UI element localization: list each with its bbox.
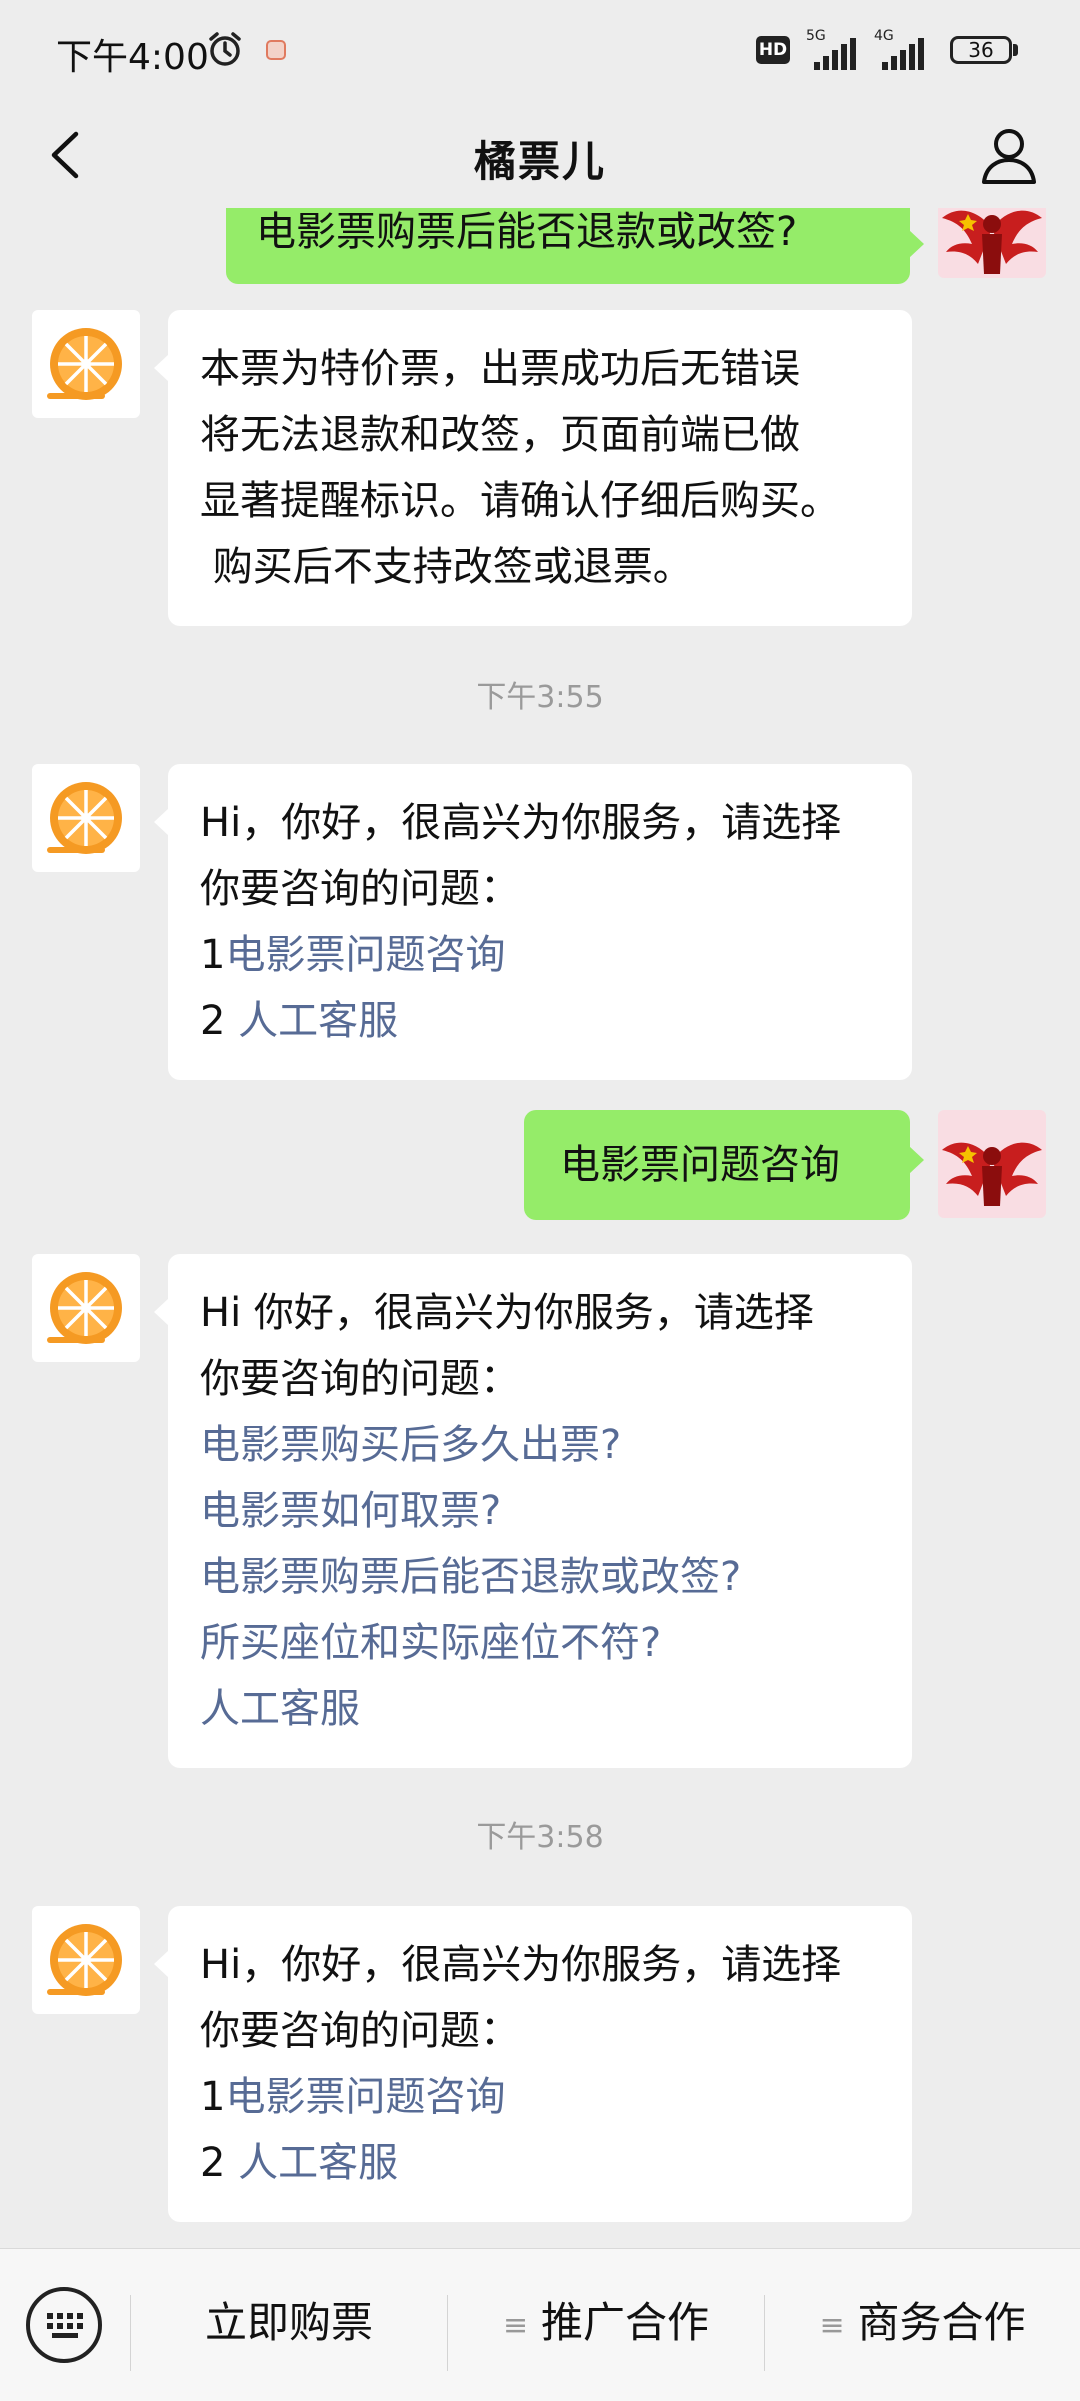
signal-4g-icon: 4G <box>874 28 934 72</box>
bot-message-bubble[interactable]: Hi，你好，很高兴为你服务，请选择 你要咨询的问题： 1电影票问题咨询 2 人工… <box>154 1906 912 2222</box>
app-notification-icon <box>266 40 286 60</box>
message-text: Hi 你好，很高兴为你服务，请选择 <box>200 1290 814 1336</box>
message-text: Hi，你好，很高兴为你服务，请选择 <box>200 1942 842 1988</box>
message-text: 电影票购票后能否退款或改签? <box>256 209 798 255</box>
orange-logo-icon <box>47 1924 122 1996</box>
timestamp: 下午3:55 <box>476 680 604 715</box>
user-avatar-icon <box>942 210 1042 274</box>
chat-area[interactable]: 电影票购票后能否退款或改签? 本票为特价票，出票成功后无错误 将无法退款和改签，… <box>0 208 1080 2248</box>
message-text: Hi，你好，很高兴为你服务，请选择 <box>200 800 842 846</box>
keyboard-grid-icon <box>47 2313 83 2338</box>
menu-item-buy-tickets[interactable]: 立即购票 <box>131 2249 447 2401</box>
user-message-bubble[interactable]: 电影票购票后能否退款或改签? <box>226 208 924 284</box>
user-avatar[interactable] <box>938 208 1046 278</box>
alarm-icon <box>209 32 241 66</box>
message-text: 电影票问题咨询 <box>560 1142 840 1188</box>
faq-link[interactable]: 电影票购买后多久出票? <box>200 1412 880 1478</box>
bot-message-bubble[interactable]: Hi 你好，很高兴为你服务，请选择 你要咨询的问题： 电影票购买后多久出票? 电… <box>154 1254 912 1768</box>
user-avatar[interactable] <box>938 1110 1046 1218</box>
chat-title: 橘票儿 <box>473 137 606 186</box>
status-bar: 下午4:00 HD 5G 4G 36 <box>0 0 1080 104</box>
option-link[interactable]: 人工客服 <box>238 998 398 1044</box>
menu-item-business[interactable]: ≡ 商务合作 <box>765 2249 1080 2401</box>
option-number: 2 <box>200 998 226 1044</box>
menu-option[interactable]: 2 人工客服 <box>200 2130 880 2196</box>
faq-link[interactable]: 电影票如何取票? <box>200 1478 880 1544</box>
message-text: 本票为特价票，出票成功后无错误 <box>200 346 800 392</box>
faq-link[interactable]: 电影票购票后能否退款或改签? <box>200 1544 880 1610</box>
keyboard-icon[interactable] <box>26 2287 102 2363</box>
menu-option[interactable]: 2 人工客服 <box>200 988 880 1054</box>
option-number: 1 <box>200 2074 226 2120</box>
option-link[interactable]: 电影票问题咨询 <box>225 932 505 978</box>
menu-item-label: 推广合作 <box>540 2298 709 2347</box>
message-text: 购买后不支持改签或退票。 <box>200 544 693 590</box>
bot-message-bubble[interactable]: 本票为特价票，出票成功后无错误 将无法退款和改签，页面前端已做 显著提醒标识。请… <box>154 310 912 626</box>
signal-5g-icon: 5G <box>806 28 866 72</box>
bottom-menu-bar: 立即购票 ≡ 推广合作 ≡ 商务合作 <box>0 2248 1080 2401</box>
orange-logo-icon <box>47 782 122 854</box>
message-text: 你要咨询的问题： <box>200 1356 520 1402</box>
bot-message-bubble[interactable]: Hi，你好，很高兴为你服务，请选择 你要咨询的问题： 1电影票问题咨询 2 人工… <box>154 764 912 1080</box>
battery-tip <box>1013 44 1018 56</box>
option-link[interactable]: 人工客服 <box>238 2140 398 2186</box>
battery-icon: 36 <box>950 36 1012 64</box>
orange-logo-icon <box>47 1272 122 1344</box>
orange-logo-icon <box>47 328 122 400</box>
submenu-lines-icon: ≡ <box>819 2307 845 2343</box>
menu-option[interactable]: 1电影票问题咨询 <box>200 2064 880 2130</box>
message-text: 将无法退款和改签，页面前端已做 <box>200 412 800 458</box>
hd-icon: HD <box>756 36 790 64</box>
person-icon[interactable] <box>972 118 1046 192</box>
faq-link[interactable]: 所买座位和实际座位不符? <box>200 1610 880 1676</box>
submenu-lines-icon: ≡ <box>502 2307 529 2343</box>
status-time: 下午4:00 <box>56 37 209 78</box>
bot-avatar[interactable] <box>32 764 140 872</box>
user-avatar-icon <box>942 1142 1042 1206</box>
nav-bar: 橘票儿 <box>0 104 1080 208</box>
bot-avatar[interactable] <box>32 1906 140 2014</box>
option-number: 2 <box>200 2140 226 2186</box>
menu-option[interactable]: 1电影票问题咨询 <box>200 922 880 988</box>
message-text: 你要咨询的问题： <box>200 2008 520 2054</box>
menu-item-label: 商务合作 <box>857 2298 1026 2347</box>
menu-item-label: 立即购票 <box>204 2298 373 2347</box>
message-text: 显著提醒标识。请确认仔细后购买。 <box>200 478 840 524</box>
faq-link[interactable]: 人工客服 <box>200 1676 880 1742</box>
bot-avatar[interactable] <box>32 310 140 418</box>
message-text: 你要咨询的问题： <box>200 866 520 912</box>
user-message-bubble[interactable]: 电影票问题咨询 <box>524 1110 924 1220</box>
timestamp: 下午3:58 <box>476 1820 604 1855</box>
option-number: 1 <box>200 932 226 978</box>
bot-avatar[interactable] <box>32 1254 140 1362</box>
menu-item-promotion[interactable]: ≡ 推广合作 <box>448 2249 764 2401</box>
option-link[interactable]: 电影票问题咨询 <box>225 2074 505 2120</box>
